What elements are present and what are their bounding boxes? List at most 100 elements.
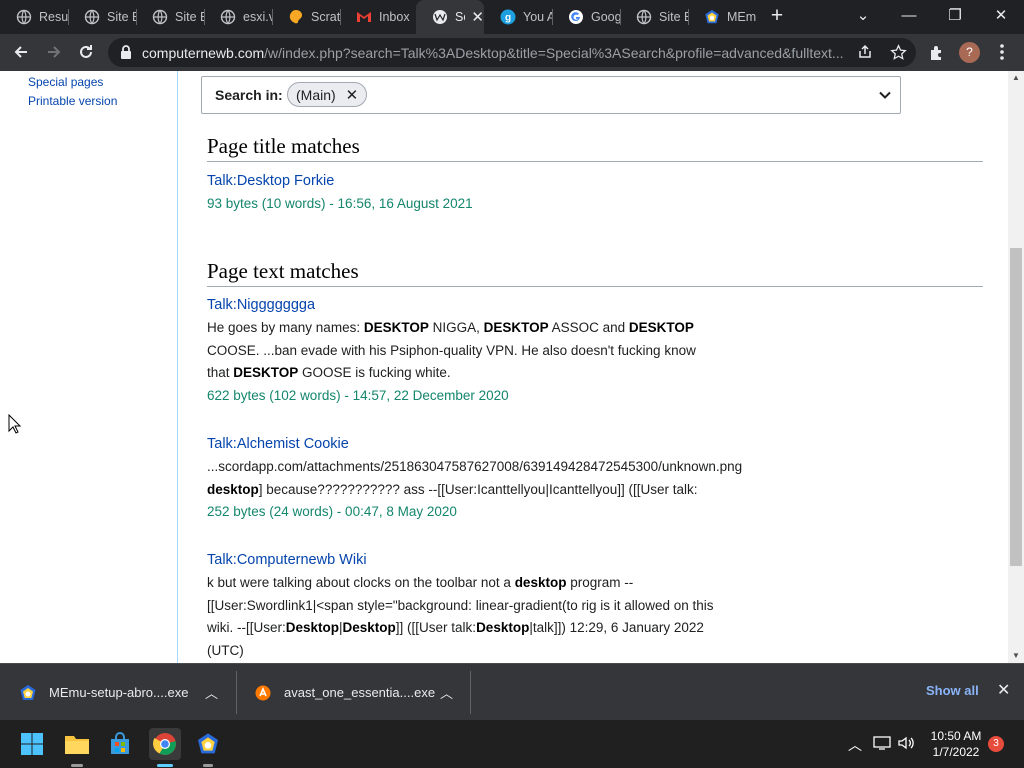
back-icon[interactable] bbox=[9, 40, 33, 64]
taskbar-clock[interactable]: 10:50 AM 1/7/2022 bbox=[926, 728, 986, 760]
search-term-highlight: DESKTOP bbox=[483, 320, 549, 335]
tab-title: Site E bbox=[659, 10, 688, 24]
wiki-icon bbox=[432, 9, 448, 25]
download-item-memu[interactable]: MEmu-setup-abro....exe ︿ bbox=[19, 664, 237, 721]
reload-icon[interactable] bbox=[74, 40, 98, 64]
g-icon: g bbox=[500, 9, 516, 25]
tab-title: esxi.v bbox=[243, 10, 272, 24]
app-running-indicator bbox=[203, 764, 213, 767]
browser-tab[interactable]: Se ✕ bbox=[416, 0, 484, 34]
namespace-chip[interactable]: (Main) ✕ bbox=[287, 82, 368, 107]
notification-badge[interactable]: 3 bbox=[988, 736, 1004, 752]
address-bar[interactable]: computernewb.com/w/index.php?search=Talk… bbox=[108, 38, 916, 67]
profile-avatar[interactable]: ? bbox=[959, 42, 980, 63]
browser-tab[interactable]: Scrat bbox=[272, 0, 340, 34]
avast-icon bbox=[255, 685, 271, 700]
snippet-text: that bbox=[207, 365, 234, 380]
result-snippet-line: ...scordapp.com/attachments/251863047587… bbox=[207, 459, 742, 474]
scrollbar-thumb[interactable] bbox=[1010, 248, 1022, 566]
snippet-text: ASSOC and bbox=[548, 320, 629, 335]
volume-icon[interactable] bbox=[897, 735, 915, 754]
browser-tab[interactable]: Goog bbox=[552, 0, 620, 34]
tab-title: Site E bbox=[175, 10, 204, 24]
store-icon[interactable] bbox=[104, 728, 136, 760]
result-snippet-line: desktop] because??????????? ass --[[User… bbox=[207, 482, 698, 497]
minimize-icon[interactable]: — bbox=[886, 0, 932, 30]
browser-tab[interactable]: Site E bbox=[620, 0, 688, 34]
gmail-icon bbox=[356, 9, 372, 25]
memu-icon bbox=[20, 684, 36, 700]
share-icon[interactable] bbox=[853, 40, 877, 64]
chevron-up-icon[interactable]: ︿ bbox=[440, 683, 453, 702]
tab-title: MEm bbox=[727, 10, 756, 24]
result-snippet-line: [[User:Swordlink1|<span style="backgroun… bbox=[207, 598, 714, 613]
scroll-up-icon[interactable]: ▲ bbox=[1011, 73, 1021, 82]
result-link[interactable]: Talk:Desktop Forkie bbox=[207, 173, 334, 189]
download-item-avast[interactable]: avast_one_essentia....exe ︿ bbox=[254, 664, 470, 721]
memu-icon[interactable] bbox=[192, 728, 224, 760]
browser-tab[interactable]: Resu bbox=[0, 0, 68, 34]
snippet-text: NIGGA, bbox=[428, 320, 484, 335]
file-explorer-icon[interactable] bbox=[61, 728, 93, 760]
scroll-down-icon[interactable]: ▼ bbox=[1011, 651, 1021, 660]
download-divider bbox=[470, 671, 471, 714]
globe-icon bbox=[16, 9, 32, 25]
sidebar-link-special-pages[interactable]: Special pages bbox=[28, 75, 103, 89]
lock-icon[interactable] bbox=[119, 44, 133, 60]
windows-start-icon[interactable] bbox=[16, 728, 48, 760]
snippet-text: He goes by many names: bbox=[207, 320, 364, 335]
browser-tab[interactable]: Inbox bbox=[340, 0, 416, 34]
snippet-text: GOOSE is fucking white. bbox=[298, 365, 451, 380]
result-link[interactable]: Talk:Niggggggga bbox=[207, 297, 315, 313]
close-window-icon[interactable]: ✕ bbox=[978, 0, 1024, 30]
network-icon[interactable] bbox=[873, 735, 891, 754]
snippet-text: [[User:Swordlink1|<span style="backgroun… bbox=[207, 597, 714, 613]
snippet-text: program -- bbox=[566, 575, 634, 590]
result-snippet-line: that DESKTOP GOOSE is fucking white. bbox=[207, 365, 451, 380]
search-term-highlight: Desktop bbox=[342, 620, 396, 635]
search-term-highlight: desktop bbox=[514, 575, 567, 590]
tab-search-icon[interactable]: ⌄ bbox=[840, 0, 886, 30]
sidebar-link-printable-version[interactable]: Printable version bbox=[28, 94, 117, 108]
google-icon bbox=[568, 9, 584, 25]
chevron-down-icon[interactable] bbox=[878, 88, 892, 102]
forward-icon[interactable] bbox=[42, 40, 66, 64]
browser-tab[interactable]: MEm bbox=[688, 0, 756, 34]
close-icon[interactable]: ✕ bbox=[997, 680, 1010, 700]
browser-tab[interactable]: g You A bbox=[484, 0, 552, 34]
mouse-cursor-icon bbox=[8, 414, 22, 434]
extensions-icon[interactable] bbox=[925, 40, 949, 64]
result-snippet-line: He goes by many names: DESKTOP NIGGA, DE… bbox=[207, 320, 694, 335]
result-meta: 93 bytes (10 words) - 16:56, 16 August 2… bbox=[207, 196, 473, 211]
search-in-label: Search in: bbox=[215, 87, 283, 103]
bookmark-star-icon[interactable] bbox=[886, 40, 910, 64]
result-link[interactable]: Talk:Alchemist Cookie bbox=[207, 436, 349, 452]
chip-remove-icon[interactable]: ✕ bbox=[346, 86, 359, 104]
download-divider bbox=[236, 671, 237, 714]
wiki-sidebar: Special pages Printable version bbox=[0, 71, 178, 663]
page-viewport: Special pages Printable version Search i… bbox=[0, 71, 1024, 663]
globe-icon bbox=[220, 9, 236, 25]
chevron-up-icon[interactable]: ︿ bbox=[848, 735, 862, 755]
result-snippet-line: wiki. --[[User:Desktop|Desktop]] ([[User… bbox=[207, 620, 704, 635]
snippet-text: |talk]]) 12:29, 6 January 2022 bbox=[529, 620, 704, 635]
tab-strip: Resu Site E Site E esxi.v Scrat Inbox Se ✕ g You … bbox=[0, 0, 1024, 34]
menu-kebab-icon[interactable] bbox=[990, 40, 1014, 64]
browser-tab[interactable]: Site E bbox=[136, 0, 204, 34]
show-all-downloads-link[interactable]: Show all bbox=[926, 683, 979, 698]
browser-tab[interactable]: Site E bbox=[68, 0, 136, 34]
browser-tab[interactable]: esxi.v bbox=[204, 0, 272, 34]
restore-icon[interactable]: ❐ bbox=[932, 0, 978, 30]
url-text[interactable]: computernewb.com/w/index.php?search=Talk… bbox=[142, 45, 854, 61]
chrome-icon[interactable] bbox=[149, 728, 181, 760]
app-running-indicator bbox=[71, 764, 83, 767]
tab-title: Site E bbox=[107, 10, 136, 24]
chevron-up-icon[interactable]: ︿ bbox=[205, 683, 218, 702]
new-tab-icon[interactable]: + bbox=[766, 5, 788, 27]
snippet-text: (UTC) bbox=[207, 642, 244, 658]
page-scrollbar[interactable]: ▲ ▼ bbox=[1008, 71, 1024, 663]
result-link[interactable]: Talk:Computernewb Wiki bbox=[207, 552, 367, 568]
search-in-selector[interactable]: Search in: (Main) ✕ bbox=[201, 76, 901, 114]
download-filename: MEmu-setup-abro....exe bbox=[49, 685, 189, 700]
close-tab-icon[interactable]: ✕ bbox=[471, 8, 484, 26]
